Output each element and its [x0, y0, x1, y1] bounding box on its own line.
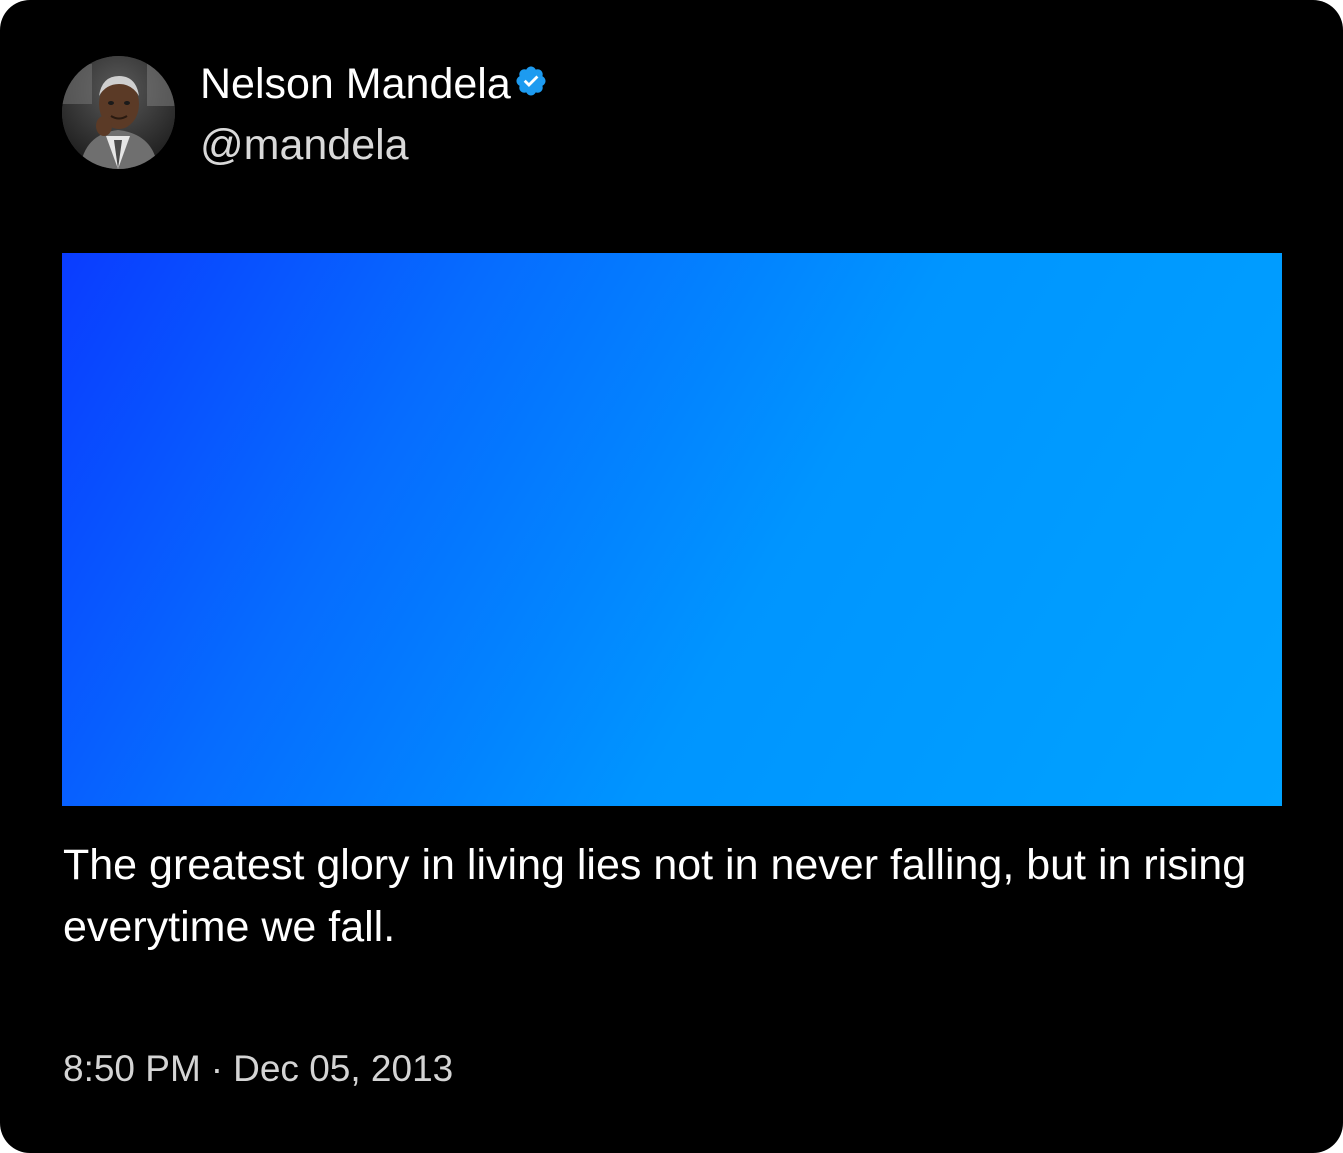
timestamp-separator: ·: [210, 1048, 224, 1089]
avatar[interactable]: [62, 56, 175, 169]
tweet-media[interactable]: [62, 253, 1282, 806]
verified-badge-icon: [516, 66, 546, 96]
tweet-time: 8:50 PM: [63, 1048, 201, 1089]
author-handle[interactable]: @mandela: [200, 118, 409, 172]
tweet-text: The greatest glory in living lies not in…: [63, 841, 1247, 951]
author-name-text: Nelson Mandela: [200, 60, 511, 108]
author-display-name[interactable]: Nelson Mandela: [200, 56, 548, 112]
tweet-date: Dec 05, 2013: [233, 1048, 454, 1089]
avatar-image: [62, 56, 175, 169]
tweet-card: Nelson Mandela @mandela The greatest glo…: [0, 0, 1343, 1153]
tweet-timestamp[interactable]: 8:50 PM · Dec 05, 2013: [63, 1042, 453, 1096]
